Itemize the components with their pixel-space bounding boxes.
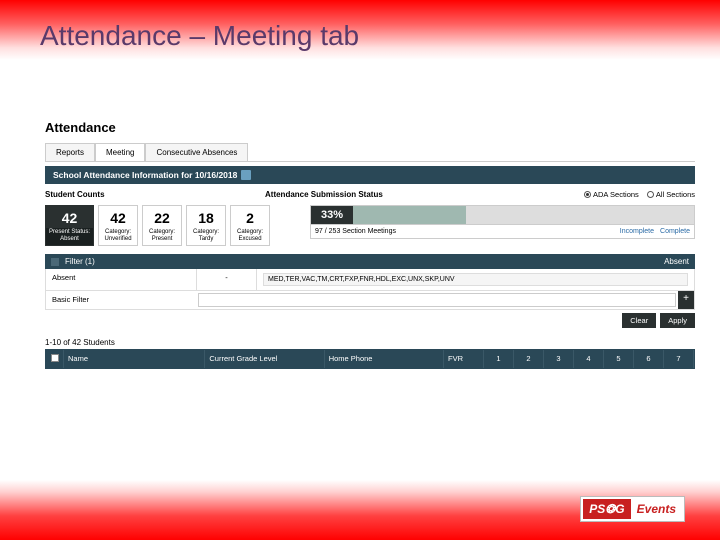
progress-percent: 33% — [311, 206, 353, 224]
filter-values[interactable]: MED,TER,VAC,TM,CRT,FXP,FNR,HDL,EXC,UNX,S… — [263, 273, 688, 286]
filter-operator[interactable]: - — [196, 269, 256, 290]
radio-ada-sections[interactable]: ADA Sections — [584, 190, 639, 199]
count-box[interactable]: 42Category:Unverified — [98, 205, 138, 246]
col-fvr[interactable]: FVR — [444, 350, 484, 368]
app-title: Attendance — [45, 120, 695, 135]
result-count: 1-10 of 42 Students — [45, 338, 695, 349]
tab-meeting[interactable]: Meeting — [95, 143, 145, 161]
link-incomplete[interactable]: Incomplete — [620, 228, 654, 235]
logo-left: PS❂G — [583, 499, 630, 519]
filter-title: Filter (1) — [65, 257, 95, 266]
clear-button[interactable]: Clear — [622, 313, 656, 328]
submission-status-label: Attendance Submission Status — [265, 190, 445, 199]
student-counts-label: Student Counts — [45, 190, 195, 199]
col-period-6[interactable]: 6 — [634, 350, 664, 368]
progress-subtext: 97 / 253 Section Meetings — [315, 228, 620, 235]
radio-all-sections[interactable]: All Sections — [647, 190, 695, 199]
logo-right: Events — [631, 499, 682, 519]
collapse-icon[interactable] — [51, 258, 59, 266]
col-period-4[interactable]: 4 — [574, 350, 604, 368]
count-box[interactable]: 18Category:Tardy — [186, 205, 226, 246]
basic-filter-label: Basic Filter — [46, 291, 196, 309]
col-phone[interactable]: Home Phone — [325, 350, 444, 368]
col-grade[interactable]: Current Grade Level — [205, 350, 324, 368]
col-period-7[interactable]: 7 — [664, 350, 694, 368]
calendar-icon[interactable] — [241, 170, 251, 180]
col-period-3[interactable]: 3 — [544, 350, 574, 368]
col-period-2[interactable]: 2 — [514, 350, 544, 368]
table-header: Name Current Grade Level Home Phone FVR … — [45, 349, 695, 369]
slide-title: Attendance – Meeting tab — [40, 20, 359, 52]
col-period-1[interactable]: 1 — [484, 350, 514, 368]
filter-row: Absent - MED,TER,VAC,TM,CRT,FXP,FNR,HDL,… — [45, 269, 695, 291]
col-checkbox[interactable] — [46, 350, 64, 368]
panel-header-text: School Attendance Information for 10/16/… — [53, 170, 237, 180]
tab-reports[interactable]: Reports — [45, 143, 95, 161]
count-box[interactable]: 22Category:Present — [142, 205, 182, 246]
progress-bar: 33% — [310, 205, 695, 225]
panel-header: School Attendance Information for 10/16/… — [45, 166, 695, 184]
logo: PS❂G Events — [580, 496, 685, 522]
app-panel: Attendance Reports Meeting Consecutive A… — [45, 120, 695, 369]
basic-filter-input[interactable] — [198, 293, 676, 307]
count-box[interactable]: 42Present Status:Absent — [45, 205, 94, 246]
filter-field-label: Absent — [46, 269, 196, 290]
tabs: Reports Meeting Consecutive Absences — [45, 143, 695, 162]
apply-button[interactable]: Apply — [660, 313, 695, 328]
filter-summary: Absent — [664, 257, 689, 266]
col-name[interactable]: Name — [64, 350, 205, 368]
filter-bar[interactable]: Filter (1) Absent — [45, 254, 695, 269]
col-period-5[interactable]: 5 — [604, 350, 634, 368]
link-complete[interactable]: Complete — [660, 228, 690, 235]
add-filter-button[interactable]: + — [678, 291, 694, 309]
basic-filter-row: Basic Filter + — [45, 291, 695, 310]
tab-consecutive-absences[interactable]: Consecutive Absences — [145, 143, 248, 161]
student-counts: 42Present Status:Absent42Category:Unveri… — [45, 205, 270, 246]
count-box[interactable]: 2Category:Excused — [230, 205, 270, 246]
